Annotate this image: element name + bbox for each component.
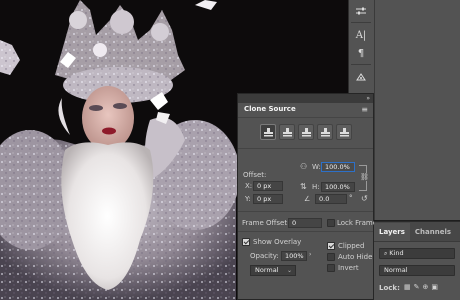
auto-hide-label: Auto Hide (338, 253, 373, 261)
frame-offset-label: Frame Offset: (242, 219, 290, 227)
layer-blend-mode-select[interactable]: Normal (379, 265, 455, 276)
lock-frame-checkbox[interactable] (327, 219, 335, 227)
layer-filter-kind-select[interactable]: ⌕ Kind (379, 248, 455, 259)
paragraph-icon[interactable]: ¶ (349, 44, 373, 62)
stamp-icon (302, 128, 311, 137)
clone-source-button-3[interactable] (298, 124, 314, 140)
stamp-icon (283, 128, 292, 137)
section-divider (238, 148, 373, 149)
tab-layers[interactable]: Layers (374, 223, 410, 241)
x-offset-field[interactable]: 0 px (253, 181, 283, 191)
lock-label: Lock: (379, 284, 400, 292)
show-overlay-label: Show Overlay (253, 238, 302, 246)
clipped-checkbox[interactable] (327, 242, 335, 250)
angle-icon: ∠ (304, 195, 311, 203)
panel-drag-bar[interactable]: » (238, 94, 373, 103)
rotation-field[interactable]: 0.0 (315, 194, 347, 204)
section-divider (238, 211, 373, 212)
section-divider (238, 231, 373, 232)
invert-label: Invert (338, 264, 359, 272)
chevron-down-icon: ⌄ (286, 267, 292, 274)
lock-options-icons[interactable]: ▦✎⊕▣ (404, 283, 441, 291)
clone-source-button-4[interactable] (317, 124, 333, 140)
collapse-panel-icon[interactable]: » (366, 95, 370, 102)
panel-header: Clone Source ≡ (238, 103, 373, 118)
opacity-label: Opacity: (250, 252, 279, 260)
tab-channels[interactable]: Channels (410, 223, 456, 241)
y-offset-field[interactable]: 0 px (253, 194, 283, 204)
layers-panel: Layers Channels Pa ⌕ Kind Normal Lock: ▦… (374, 221, 460, 300)
flip-vertical-icon[interactable]: ⇅ (300, 182, 307, 191)
layer-blend-mode-value: Normal (384, 266, 408, 274)
opacity-dropdown-icon[interactable]: › (309, 251, 311, 258)
clipped-label: Clipped (338, 242, 365, 250)
adjust-sliders-icon[interactable] (349, 2, 373, 20)
clone-source-panel: » Clone Source ≡ ⚇ W: 100.0% Offset: X: … (237, 93, 377, 300)
panel-menu-icon[interactable]: ≡ (361, 106, 368, 114)
w-label: W: (312, 163, 321, 171)
lock-frame-label: Lock Frame (337, 219, 377, 227)
dock-empty-area (374, 0, 460, 220)
stamp-icon (340, 128, 349, 137)
reset-rotation-icon[interactable]: ↺ (361, 194, 368, 203)
offset-label: Offset: (243, 171, 267, 179)
auto-hide-checkbox[interactable] (327, 253, 335, 261)
clone-source-button-5[interactable] (336, 124, 352, 140)
show-overlay-checkbox[interactable] (242, 238, 250, 246)
clone-source-button-2[interactable] (279, 124, 295, 140)
kind-label: Kind (389, 249, 404, 257)
character-icon[interactable]: A| (349, 26, 373, 44)
overlay-blend-mode-value: Normal (255, 266, 279, 274)
height-scale-field[interactable]: 100.0% (321, 182, 355, 192)
clone-source-button-1[interactable] (260, 124, 276, 140)
layers-panel-tabs: Layers Channels Pa (374, 222, 460, 242)
stamp-icon (321, 128, 330, 137)
degree-unit: ° (349, 194, 353, 202)
y-label: Y: (245, 195, 251, 203)
tab-paths[interactable]: Pa (456, 223, 460, 241)
x-label: X: (245, 182, 253, 190)
link-chain-icon[interactable]: ⛓ (360, 173, 369, 181)
h-label: H: (312, 183, 320, 191)
invert-checkbox[interactable] (327, 264, 335, 272)
overlay-blend-mode-select[interactable]: Normal ⌄ (250, 265, 296, 276)
tool-divider (351, 64, 371, 65)
tool-divider (351, 22, 371, 23)
frame-offset-field[interactable]: 0 (288, 218, 322, 228)
width-scale-field[interactable]: 100.0% (321, 162, 355, 172)
opacity-field[interactable]: 100% (281, 251, 307, 261)
history-brush-icon[interactable] (349, 68, 373, 86)
panel-title: Clone Source (244, 105, 296, 113)
reset-transform-icon[interactable]: ⚇ (300, 162, 307, 171)
stamp-icon (264, 128, 273, 137)
